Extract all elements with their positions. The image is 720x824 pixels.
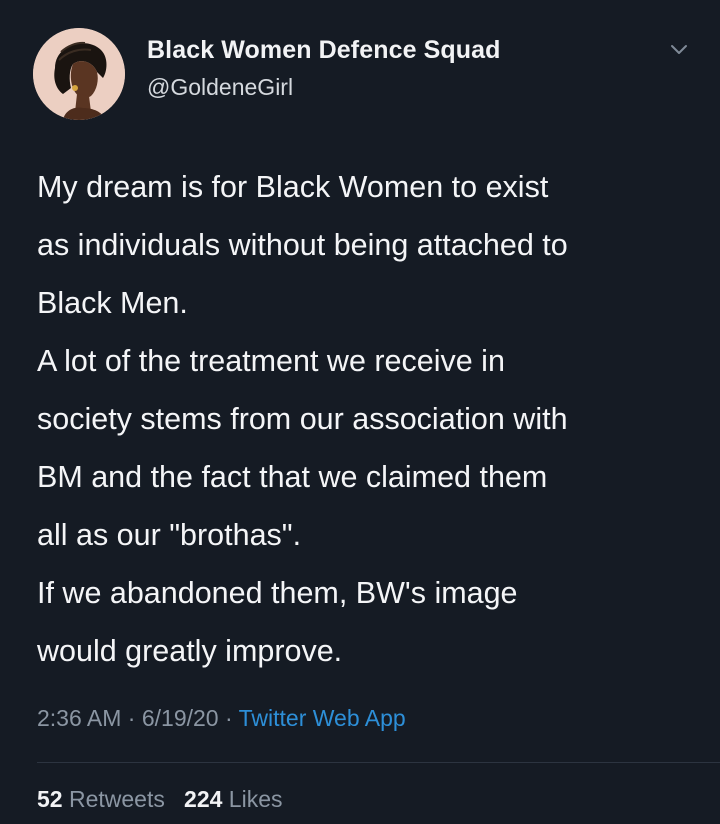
tweet-text-line: BM and the fact that we claimed them bbox=[37, 460, 548, 494]
retweets-count: 52 bbox=[37, 786, 63, 812]
chevron-down-icon[interactable] bbox=[664, 34, 694, 64]
tweet-text-line: would greatly improve. bbox=[37, 634, 343, 668]
tweet-text-line: Black Men. bbox=[37, 286, 188, 320]
avatar[interactable] bbox=[33, 28, 125, 120]
tweet-date[interactable]: 6/19/20 bbox=[142, 705, 219, 731]
tweet-text: My dream is for Black Women to exist as … bbox=[37, 158, 697, 680]
tweet-text-line: as individuals without being attached to bbox=[37, 228, 568, 262]
meta-separator: · bbox=[127, 705, 136, 731]
likes-stat[interactable]: 224 Likes bbox=[184, 786, 282, 812]
likes-label: Likes bbox=[228, 786, 283, 812]
likes-count: 224 bbox=[184, 786, 223, 812]
author-handle[interactable]: @GoldeneGirl bbox=[147, 74, 293, 101]
tweet-stats: 52 Retweets 224 Likes bbox=[37, 786, 283, 813]
tweet-text-line: If we abandoned them, BW's image bbox=[37, 576, 518, 610]
retweets-label: Retweets bbox=[68, 786, 165, 812]
avatar-woman-profile-illustration bbox=[33, 28, 125, 120]
tweet-text-line: all as our "brothas". bbox=[37, 518, 302, 552]
tweet-time[interactable]: 2:36 AM bbox=[37, 705, 121, 731]
author-display-name[interactable]: Black Women Defence Squad bbox=[147, 36, 501, 65]
tweet-metadata: 2:36 AM · 6/19/20 · Twitter Web App bbox=[37, 705, 406, 732]
meta-separator: · bbox=[224, 705, 233, 731]
tweet-text-line: My dream is for Black Women to exist bbox=[37, 170, 549, 204]
tweet-card: Black Women Defence Squad @GoldeneGirl M… bbox=[0, 0, 720, 824]
tweet-text-line: society stems from our association with bbox=[37, 402, 568, 436]
retweets-stat[interactable]: 52 Retweets bbox=[37, 786, 171, 812]
divider bbox=[37, 762, 720, 763]
tweet-text-line: A lot of the treatment we receive in bbox=[37, 344, 505, 378]
tweet-source-link[interactable]: Twitter Web App bbox=[239, 705, 406, 731]
